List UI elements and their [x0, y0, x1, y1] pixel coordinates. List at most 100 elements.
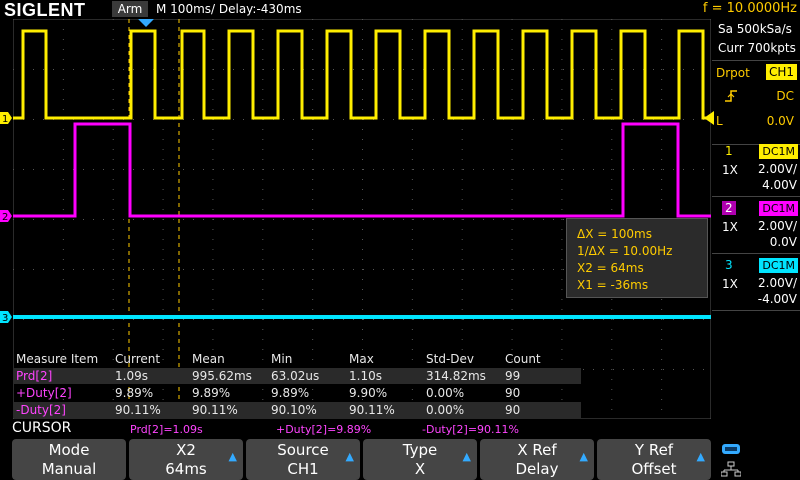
memory-depth: Curr 700kpts [718, 41, 796, 55]
measure-header: Min [271, 352, 293, 366]
channel-number: 3 [725, 258, 733, 272]
channel-coupling-badge: DC1M [759, 144, 798, 159]
measure-header: Mean [192, 352, 225, 366]
x2-button[interactable]: X2 64ms ▲ [129, 439, 243, 480]
cursor-inverse-delta-x: 1/ΔX = 10.00Hz [577, 244, 673, 258]
measure-cell: 63.02us [271, 369, 320, 383]
top-bar: SIGLENT Arm M 100ms/ Delay:-430ms f = 10… [0, 0, 800, 20]
adjust-arrow-icon: ▲ [462, 450, 471, 463]
button-label: X Ref [517, 441, 557, 459]
x-ref-button[interactable]: X Ref Delay ▲ [480, 439, 594, 480]
adjust-arrow-icon: ▲ [228, 450, 237, 463]
y-ref-button[interactable]: Y Ref Offset ▲ [597, 439, 711, 480]
measure-item: Prd[2] [16, 369, 53, 383]
cursor-readout-box: ΔX = 100ms 1/ΔX = 10.00Hz X2 = 64ms X1 =… [566, 218, 708, 298]
button-value: Manual [41, 460, 97, 478]
cursor-x1-value: X1 = -36ms [577, 278, 649, 292]
trigger-mode: L [716, 114, 723, 128]
channel-scale: 2.00V/ [758, 276, 797, 290]
sample-rate: Sa 500kSa/s [718, 22, 792, 36]
channel-markers: 1 2 3 [0, 112, 12, 324]
measure-cell: 9.89% [271, 386, 310, 400]
cursor-delta-x: ΔX = 100ms [577, 227, 652, 241]
button-label: Y Ref [634, 441, 674, 459]
softkey-menu: Mode Manual X2 64ms ▲ Source CH1 ▲ Type … [0, 439, 800, 480]
channel-number: 1 [725, 144, 733, 158]
measure-cell: 1.10s [349, 369, 382, 383]
measure-table: Measure Item Current Mean Min Max Std-De… [13, 351, 583, 419]
type-button[interactable]: Type X ▲ [363, 439, 477, 480]
measure-cell: 90.11% [349, 403, 395, 417]
channel-coupling-badge: DC1M [759, 201, 798, 216]
button-value: 64ms [165, 460, 207, 478]
measure-item: +Duty[2] [16, 386, 72, 400]
measure-header: Current [115, 352, 161, 366]
measure-cell: 9.89% [192, 386, 231, 400]
trigger-level: 0.0V [766, 114, 794, 128]
channel-coupling-badge: DC1M [759, 258, 798, 273]
measure-cell: 90.10% [271, 403, 317, 417]
measure-cell: 90.11% [115, 403, 161, 417]
trigger-position-marker[interactable] [138, 19, 154, 27]
trigger-source-badge: CH1 [765, 64, 797, 80]
measure-cell: 90 [505, 403, 521, 417]
timebase-readout[interactable]: M 100ms/ Delay:-430ms [156, 2, 302, 16]
trigger-coupling: DC [776, 89, 794, 103]
measure-cell: 314.82ms [426, 369, 486, 383]
button-label: X2 [176, 441, 196, 459]
source-button[interactable]: Source CH1 ▲ [246, 439, 360, 480]
channel-number: 2 [722, 201, 736, 215]
measure-row: Prd[2] 1.09s 995.62ms 63.02us 1.10s 314.… [13, 368, 581, 384]
measure-cell: 995.62ms [192, 369, 252, 383]
ch2-ground-marker[interactable]: 2 [0, 210, 12, 223]
cursor-status-item: -Duty[2]=90.11% [422, 423, 519, 436]
channel-3-panel[interactable]: 3 DC1M 1X 2.00V/ -4.00V [712, 255, 800, 311]
measure-cell: 9.90% [349, 386, 388, 400]
trigger-type: Drpot [716, 66, 750, 80]
frequency-counter: f = 10.0000Hz [702, 1, 797, 16]
measure-header-row: Measure Item Current Mean Min Max Std-De… [13, 351, 581, 367]
channel-1-panel[interactable]: 1 DC1M 1X 2.00V/ 4.00V [712, 141, 800, 197]
cursor-status-line: CURSOR Prd[2]=1.09s +Duty[2]=9.89% -Duty… [0, 420, 800, 438]
channel-probe: 1X [722, 220, 738, 234]
button-label: Type [402, 441, 438, 459]
run-state-badge[interactable]: Arm [112, 1, 148, 17]
channel-offset: 0.0V [769, 235, 797, 249]
measure-cell: 1.09s [115, 369, 148, 383]
ch1-trace[interactable] [13, 29, 711, 120]
svg-text:3: 3 [2, 313, 8, 324]
button-value: Offset [631, 460, 677, 478]
button-value: X [414, 460, 426, 478]
measure-header: Max [349, 352, 374, 366]
measure-header: Count [505, 352, 541, 366]
button-label: Mode [48, 441, 90, 459]
ch3-ground-marker[interactable]: 3 [0, 311, 12, 324]
adjust-arrow-icon: ▲ [345, 450, 354, 463]
channel-scale: 2.00V/ [758, 219, 797, 233]
measure-cell: 99 [505, 369, 521, 383]
right-status-panel: Sa 500kSa/s Curr 700kpts Drpot CH1 DC L … [712, 19, 800, 439]
rising-edge-icon [725, 90, 737, 102]
channel-scale: 2.00V/ [758, 162, 797, 176]
measure-cell: 0.00% [426, 403, 465, 417]
svg-text:2: 2 [2, 212, 8, 223]
usb-icon [722, 444, 740, 454]
channel-2-panel[interactable]: 2 DC1M 1X 2.00V/ 0.0V [712, 198, 800, 254]
network-icon [721, 461, 741, 477]
channel-probe: 1X [722, 163, 738, 177]
ch1-ground-marker[interactable]: 1 [0, 112, 12, 125]
channel-probe: 1X [722, 277, 738, 291]
measure-cell: 9.89% [115, 386, 154, 400]
svg-text:1: 1 [2, 114, 8, 125]
measure-row: +Duty[2] 9.89% 9.89% 9.89% 9.90% 0.00% 9… [13, 385, 581, 401]
button-value: Delay [515, 460, 559, 478]
measure-item: -Duty[2] [16, 403, 66, 417]
measure-cell: 90 [505, 386, 521, 400]
mode-button[interactable]: Mode Manual [12, 439, 126, 480]
trigger-panel[interactable]: Drpot CH1 DC L 0.0V [712, 60, 800, 145]
channel-offset: 4.00V [762, 178, 797, 192]
cursor-status-item: Prd[2]=1.09s [130, 423, 203, 436]
cursor-status-item: +Duty[2]=9.89% [276, 423, 372, 436]
measure-row: -Duty[2] 90.11% 90.11% 90.10% 90.11% 0.0… [13, 402, 581, 418]
channel-offset: -4.00V [757, 292, 797, 306]
